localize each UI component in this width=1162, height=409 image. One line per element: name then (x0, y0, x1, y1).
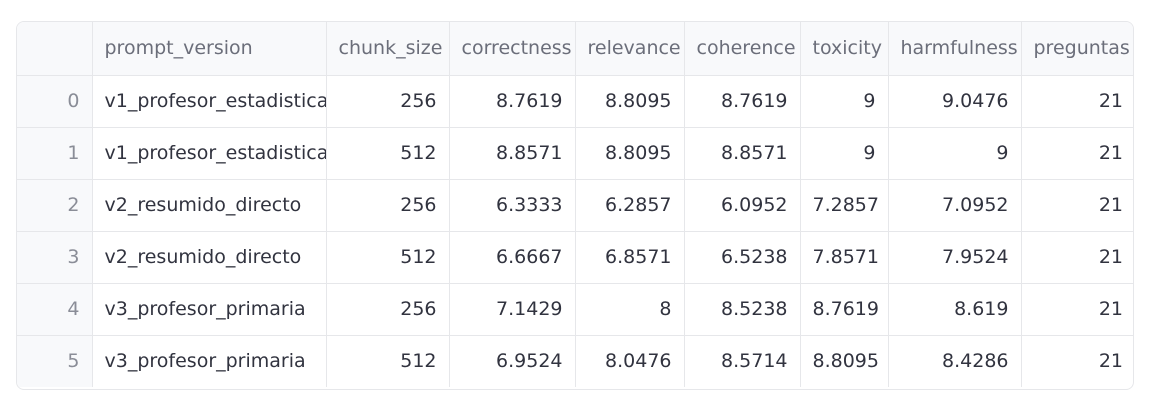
preguntas-cell[interactable]: 21 (1021, 231, 1133, 284)
preguntas-cell[interactable]: 21 (1021, 179, 1133, 232)
row-index-cell[interactable]: 0 (17, 75, 93, 128)
column-header-chunk-size[interactable]: chunk_size (326, 22, 450, 76)
preguntas-cell[interactable]: 21 (1021, 335, 1133, 387)
relevance-cell[interactable]: 8 (575, 283, 685, 336)
preguntas-cell[interactable]: 21 (1021, 283, 1133, 336)
toxicity-cell[interactable]: 7.2857 (800, 179, 889, 232)
toxicity-cell[interactable]: 7.8571 (800, 231, 889, 284)
table-row: 2 v2_resumido_directo 256 6.3333 6.2857 … (17, 179, 1133, 232)
column-header-preguntas[interactable]: preguntas (1021, 22, 1133, 76)
prompt-version-cell[interactable]: v2_resumido_directo (92, 231, 327, 284)
toxicity-cell[interactable]: 8.8095 (800, 335, 889, 387)
prompt-version-cell[interactable]: v1_profesor_estadistica (92, 75, 327, 128)
relevance-cell[interactable]: 8.8095 (575, 75, 685, 128)
row-index-cell[interactable]: 4 (17, 283, 93, 336)
coherence-cell[interactable]: 8.5238 (684, 283, 801, 336)
header-row: prompt_version chunk_size correctness re… (17, 22, 1133, 76)
table-row: 4 v3_profesor_primaria 256 7.1429 8 8.52… (17, 283, 1133, 336)
correctness-cell[interactable]: 8.7619 (449, 75, 576, 128)
prompt-version-cell[interactable]: v1_profesor_estadistica (92, 127, 327, 180)
relevance-cell[interactable]: 8.0476 (575, 335, 685, 387)
table-row: 3 v2_resumido_directo 512 6.6667 6.8571 … (17, 231, 1133, 284)
chunk-size-cell[interactable]: 512 (326, 335, 450, 387)
row-index-cell[interactable]: 5 (17, 335, 93, 387)
row-index-cell[interactable]: 3 (17, 231, 93, 284)
harmfulness-cell[interactable]: 8.619 (888, 283, 1022, 336)
correctness-cell[interactable]: 8.8571 (449, 127, 576, 180)
dataframe-table[interactable]: prompt_version chunk_size correctness re… (16, 21, 1134, 390)
relevance-cell[interactable]: 6.8571 (575, 231, 685, 284)
toxicity-cell[interactable]: 9 (800, 75, 889, 128)
harmfulness-cell[interactable]: 9.0476 (888, 75, 1022, 128)
column-header-index[interactable] (17, 22, 93, 76)
correctness-cell[interactable]: 6.9524 (449, 335, 576, 387)
chunk-size-cell[interactable]: 512 (326, 127, 450, 180)
toxicity-cell[interactable]: 9 (800, 127, 889, 180)
column-header-coherence[interactable]: coherence (684, 22, 801, 76)
column-header-prompt-version[interactable]: prompt_version (92, 22, 327, 76)
results-table: prompt_version chunk_size correctness re… (17, 22, 1133, 387)
toxicity-cell[interactable]: 8.7619 (800, 283, 889, 336)
chunk-size-cell[interactable]: 256 (326, 75, 450, 128)
correctness-cell[interactable]: 6.3333 (449, 179, 576, 232)
harmfulness-cell[interactable]: 7.0952 (888, 179, 1022, 232)
prompt-version-cell[interactable]: v2_resumido_directo (92, 179, 327, 232)
column-header-toxicity[interactable]: toxicity (800, 22, 889, 76)
correctness-cell[interactable]: 6.6667 (449, 231, 576, 284)
table-row: 1 v1_profesor_estadistica 512 8.8571 8.8… (17, 127, 1133, 180)
coherence-cell[interactable]: 8.5714 (684, 335, 801, 387)
harmfulness-cell[interactable]: 9 (888, 127, 1022, 180)
harmfulness-cell[interactable]: 7.9524 (888, 231, 1022, 284)
prompt-version-cell[interactable]: v3_profesor_primaria (92, 283, 327, 336)
chunk-size-cell[interactable]: 256 (326, 283, 450, 336)
table-row: 5 v3_profesor_primaria 512 6.9524 8.0476… (17, 335, 1133, 387)
coherence-cell[interactable]: 8.7619 (684, 75, 801, 128)
preguntas-cell[interactable]: 21 (1021, 75, 1133, 128)
relevance-cell[interactable]: 8.8095 (575, 127, 685, 180)
coherence-cell[interactable]: 6.5238 (684, 231, 801, 284)
column-header-correctness[interactable]: correctness (449, 22, 576, 76)
row-index-cell[interactable]: 2 (17, 179, 93, 232)
column-header-relevance[interactable]: relevance (575, 22, 685, 76)
coherence-cell[interactable]: 8.8571 (684, 127, 801, 180)
coherence-cell[interactable]: 6.0952 (684, 179, 801, 232)
preguntas-cell[interactable]: 21 (1021, 127, 1133, 180)
relevance-cell[interactable]: 6.2857 (575, 179, 685, 232)
chunk-size-cell[interactable]: 512 (326, 231, 450, 284)
table-row: 0 v1_profesor_estadistica 256 8.7619 8.8… (17, 75, 1133, 128)
harmfulness-cell[interactable]: 8.4286 (888, 335, 1022, 387)
column-header-harmfulness[interactable]: harmfulness (888, 22, 1022, 76)
chunk-size-cell[interactable]: 256 (326, 179, 450, 232)
prompt-version-cell[interactable]: v3_profesor_primaria (92, 335, 327, 387)
correctness-cell[interactable]: 7.1429 (449, 283, 576, 336)
row-index-cell[interactable]: 1 (17, 127, 93, 180)
